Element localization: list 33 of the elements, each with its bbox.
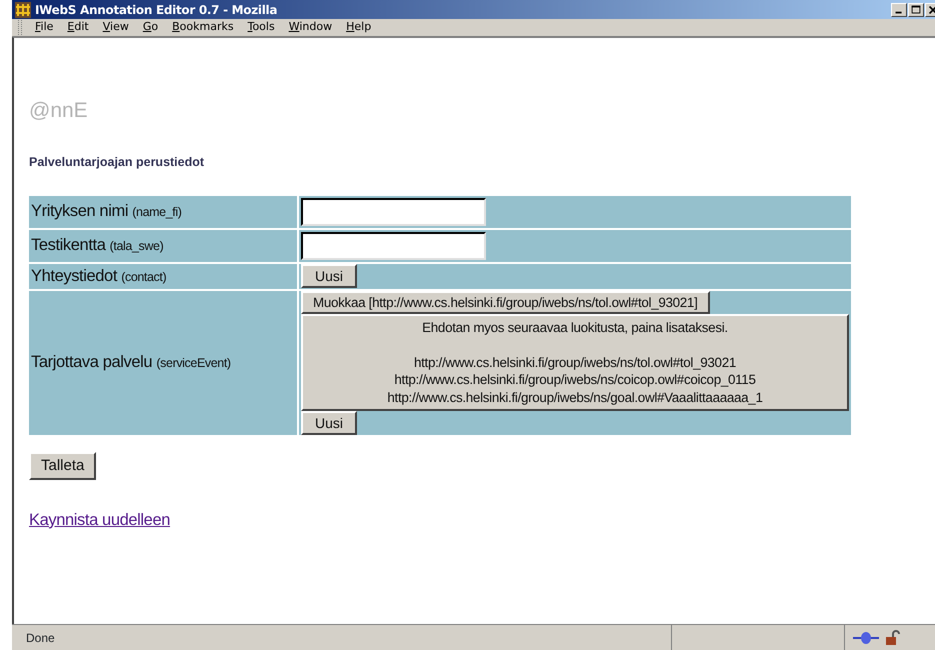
- maximize-icon[interactable]: [908, 2, 924, 16]
- field-key: (name_fi): [132, 205, 182, 220]
- save-button[interactable]: Talleta: [29, 452, 96, 480]
- app-icon: [15, 2, 31, 18]
- menu-item[interactable]: Edit: [60, 19, 96, 36]
- menu-item[interactable]: Window: [282, 19, 340, 36]
- plug-icon[interactable]: [853, 630, 879, 644]
- padlock-icon[interactable]: [885, 630, 901, 646]
- new-button[interactable]: Uusi: [301, 264, 358, 288]
- logo-text: @nnE: [29, 100, 89, 121]
- minimize-icon[interactable]: [891, 2, 907, 16]
- menu-item[interactable]: Bookmarks: [165, 19, 241, 36]
- field-label: Yrityksen nimi: [31, 202, 128, 220]
- menu-item[interactable]: Tools: [240, 19, 282, 36]
- field-key: (tala_swe): [110, 239, 164, 254]
- field-label: Yhteystiedot: [31, 266, 118, 285]
- new-button[interactable]: Uusi: [301, 411, 358, 436]
- status-text: Done: [26, 630, 55, 646]
- field-key: (contact): [121, 270, 166, 284]
- menu-item[interactable]: File: [28, 19, 60, 36]
- text-field[interactable]: [301, 232, 486, 260]
- edit-button[interactable]: Muokkaa [http://www.cs.helsinki.fi/group/iwebs/ns/tol.owl#tol_93021]: [301, 290, 710, 314]
- menu-item[interactable]: View: [96, 19, 136, 36]
- window-title: IWebS Annotation Editor 0.7 - Mozilla: [35, 2, 278, 18]
- field-label: Tarjottava palvelu: [31, 353, 152, 372]
- suggestion-button[interactable]: Ehdotan myos seuraavaa luokitusta, paina lisataksesi. http://www.cs.helsinki.fi/group/iwebs/ns/tol.owl#tol_93021 http://www.cs.helsinki.fi/group/iwebs/ns/coicop.owl#coicop_0115 http://www.cs.helsinki.fi/group/iwebs/ns/goal.owl#Vaaalittaaaaaa_1: [301, 314, 849, 412]
- field-key: (serviceEvent): [156, 356, 231, 370]
- restart-link[interactable]: Kaynnista uudelleen: [29, 508, 170, 532]
- menu-item[interactable]: Go: [136, 19, 166, 36]
- menu-item[interactable]: Help: [339, 19, 378, 36]
- text-field[interactable]: [301, 198, 486, 226]
- field-label: Testikentta: [31, 236, 106, 254]
- section-heading: Palveluntarjoajan perustiedot: [29, 154, 206, 171]
